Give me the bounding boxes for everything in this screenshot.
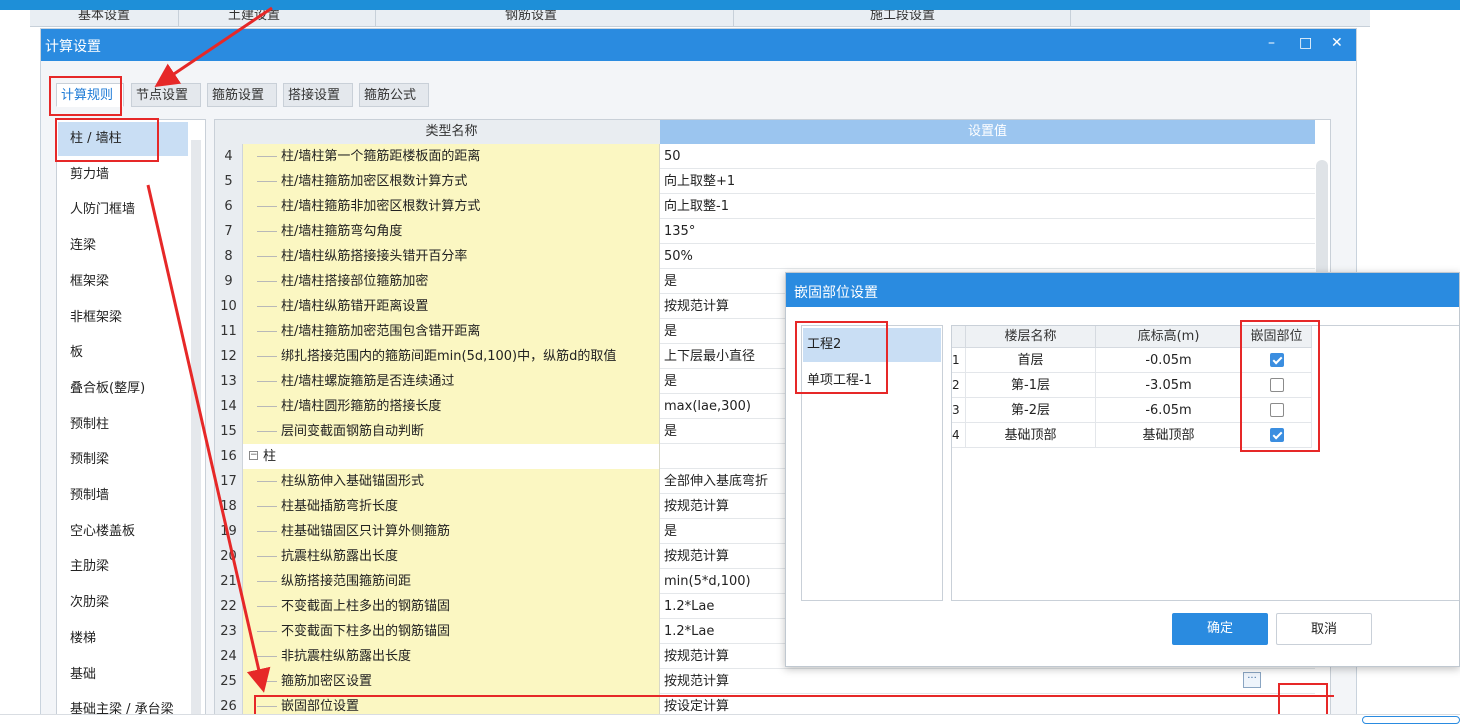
arrow-to-tab	[154, 6, 273, 88]
page-scroll-handle[interactable]	[1362, 716, 1460, 724]
annotation-arrows	[146, 6, 273, 693]
bottom-bar	[0, 714, 1460, 725]
arrow-to-embed-row	[146, 184, 271, 693]
